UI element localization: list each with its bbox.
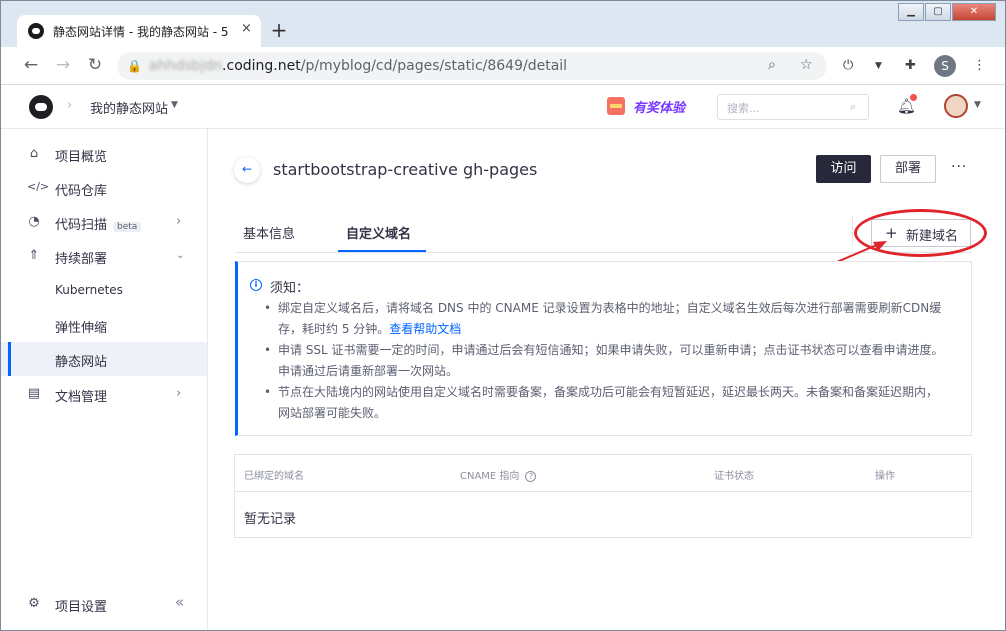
column-header: CNAME 指向? [460,467,537,482]
notice-box: i 须知： • 绑定自定义域名后，请将域名 DNS 中的 CNAME 记录设置为… [235,261,972,436]
question-icon[interactable]: ? [525,471,537,482]
column-header: 操作 [875,471,895,482]
info-icon: i [250,279,262,291]
column-header: 证书状态 [714,471,754,482]
table-header: 已绑定的域名 CNAME 指向? 证书状态 操作 [235,455,971,492]
notice-text: 申请 SSL 证书需要一定的时间，申请通过后会有短信通知；如果申请失败，可以重新… [278,343,944,357]
domain-table: 已绑定的域名 CNAME 指向? 证书状态 操作 暂无记录 [234,454,972,538]
empty-state-text: 暂无记录 [244,512,297,527]
help-doc-link[interactable]: 查看帮助文档 [389,322,461,336]
notice-heading: 须知： [270,281,310,296]
browser-window: 静态网站详情 - 我的静态网站 - 5 × + ▁ ▢ ✕ ← → ↻ 🔒 ah… [0,0,1006,631]
notice-text: 申请通过后请重新部署一次网站。 [278,364,459,378]
column-header: 已绑定的域名 [244,471,304,482]
notice-text: 存，耗时约 5 分钟。 [278,322,390,336]
notice-text: 网站部署可能失败。 [278,406,387,420]
notice-text: 绑定自定义域名后，请将域名 DNS 中的 CNAME 记录设置为表格中的地址；自… [278,301,942,315]
notice-text: 节点在大陆境内的网站使用自定义域名时需要备案，备案成功后可能会有短暂延迟，延迟最… [278,385,939,399]
